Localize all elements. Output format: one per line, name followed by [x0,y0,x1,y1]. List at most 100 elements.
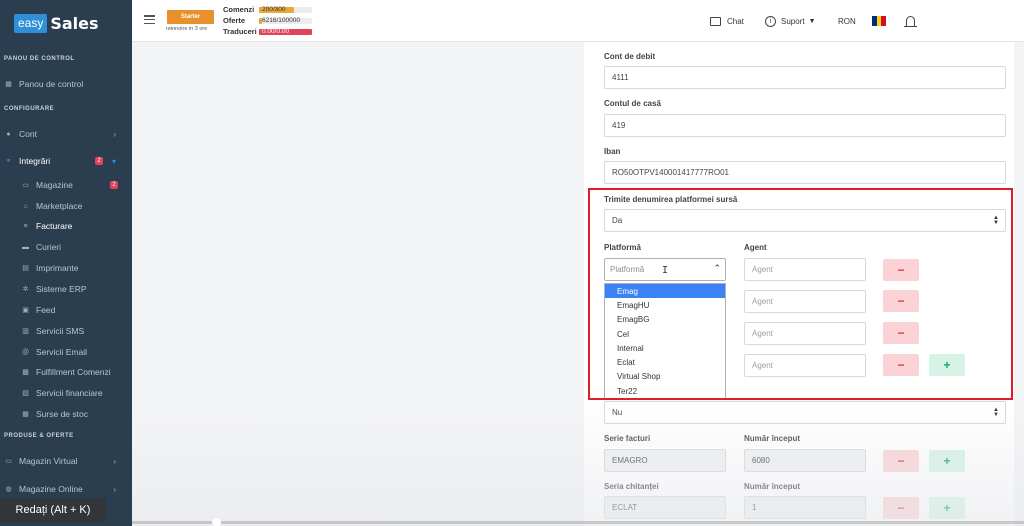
sidebar-item-label: Magazine [36,180,73,190]
sidebar-item-magazin-virtual[interactable]: ▭ Magazin Virtual › [0,451,132,471]
logo-text: Sales [50,13,99,33]
integrari-badge: 2 [95,157,103,165]
sidebar-item-servicii-sms[interactable]: ▥ Servicii SMS [0,321,132,341]
section-configurare: CONFIGURARE [4,106,55,112]
quota-label: Oferte [223,16,246,25]
caret-down-icon: ▼ [808,17,816,25]
menu-icon[interactable] [144,15,155,24]
sidebar-item-servicii-financiare[interactable]: ▧ Servicii financiare [0,383,132,403]
quota-bar: 0.00/0.00 [259,27,312,35]
notifications-button[interactable] [904,13,917,29]
sidebar-item-label: Feed [36,305,56,315]
serie-facturi-input[interactable]: EMAGRO [604,449,726,472]
sidebar-item-feed[interactable]: ▣ Feed [0,300,132,320]
sidebar-item-label: Servicii Email [36,347,88,357]
cont-debit-input[interactable]: 4111 [604,66,1006,89]
quota-text: 0.00/0.00 [262,27,290,35]
sidebar-item-facturare[interactable]: ≡ Facturare [0,216,132,236]
renew-text: reinnoire in 3 ore [166,26,208,32]
box-icon: ▩ [22,369,29,376]
video-progress-knob[interactable] [212,518,221,526]
sidebar-item-imprimante[interactable]: ▤ Imprimante [0,258,132,278]
quota-comenzi: Comenzi 200/300 [223,5,312,14]
sidebar-item-label: Cont [19,129,37,139]
select-arrows-icon: ▲ ▼ [993,407,999,418]
chat-button[interactable]: Chat [710,13,744,29]
plan-button[interactable]: Starter [167,10,214,24]
chevron-right-icon: › [113,129,116,139]
language-flag[interactable] [872,13,887,29]
info-icon: i [765,15,776,27]
dashboard-icon: ▦ [5,81,12,88]
section-panou: PANOU DE CONTROL [4,56,75,62]
quota-label: Traduceri [223,27,257,36]
sidebar-item-sisteme-erp[interactable]: ✲ Sisteme ERP [0,279,132,299]
sidebar-item-magazine-online[interactable]: ◍ Magazine Online › [0,479,132,499]
remove-row-button[interactable]: − [883,450,919,472]
serie-chitantei-label: Seria chitanței [604,482,659,491]
iban-label: Iban [604,147,621,156]
sidebar-item-curieri[interactable]: ▬ Curieri [0,237,132,257]
sidebar-item-fulfillment[interactable]: ▩ Fulfillment Comenzi [0,362,132,382]
add-row-button[interactable]: + [929,497,965,519]
sidebar-item-servicii-email[interactable]: @ Servicii Email [0,342,132,362]
sidebar-item-label: Integrări [19,156,51,166]
gear-icon: ✲ [22,286,29,293]
numar-inceput-label-2: Număr început [744,482,801,491]
sidebar-item-label: Curieri [36,242,62,252]
link-icon: ⚭ [5,158,12,165]
chat-icon [710,16,721,26]
user-icon: ● [6,130,11,138]
suport-dropdown[interactable]: i Suport ▼ [765,13,816,29]
stock-icon: ▦ [22,411,29,418]
sidebar-item-label: Facturare [36,221,73,231]
chat-label: Chat [727,16,744,26]
cont-casa-input[interactable]: 419 [604,114,1006,137]
add-row-button[interactable]: + [929,450,965,472]
car-icon: ▬ [22,243,29,251]
sidebar-item-label: Surse de stoc [36,409,88,419]
sidebar-item-panou-control[interactable]: ▦ Panou de control [0,74,132,94]
numar-inceput-input[interactable]: 6080 [744,449,866,472]
chevron-right-icon: › [113,484,116,494]
quota-text: 200/300 [262,5,286,13]
currency-label: RON [838,16,856,26]
window-icon: ▭ [22,182,29,189]
sidebar-item-magazine[interactable]: ▭ Magazine 2 [0,175,132,195]
remove-row-button[interactable]: − [883,497,919,519]
bell-icon [904,16,917,27]
quota-bar: 6216/100000 [259,16,312,24]
globe-icon: ◍ [5,486,12,493]
sidebar-item-label: Panou de control [19,79,84,89]
topbar: Starter reinnoire in 3 ore Comenzi 200/3… [132,0,1024,42]
bank-icon: ⌂ [23,202,28,210]
printer-icon: ▤ [22,265,29,272]
sidebar-item-marketplace[interactable]: ⌂ Marketplace [0,196,132,216]
sidebar-item-label: Fulfillment Comenzi [36,367,111,377]
quota-text: 6216/100000 [262,16,300,24]
nu-value: Nu [612,408,623,417]
iban-input[interactable]: RO50OTPV140001417777RO01 [604,161,1006,184]
serie-facturi-label: Serie facturi [604,434,651,443]
brand-logo[interactable]: easy Sales [14,12,99,34]
romania-flag-icon [872,16,887,26]
section-produse: PRODUSE & OFERTE [4,433,74,439]
sms-icon: ▥ [22,328,29,335]
sidebar-item-label: Imprimante [36,263,79,273]
sidebar-item-label: Magazine Online [19,484,83,494]
quota-traduceri: Traduceri 0.00/0.00 [223,27,312,36]
sidebar-item-surse-stoc[interactable]: ▦ Surse de stoc [0,404,132,424]
numar-inceput-input-2[interactable]: 1 [744,496,866,519]
serie-chitantei-input[interactable]: ECLAT [604,496,726,519]
quota-bar: 200/300 [259,5,312,13]
at-icon: @ [21,348,30,356]
nu-select[interactable]: Nu ▲ ▼ [604,401,1006,424]
currency-button[interactable]: RON [838,13,856,29]
sidebar-item-cont[interactable]: ● Cont › [0,124,132,144]
chevron-down-icon: ▾ [111,156,116,166]
logo-box: easy [14,13,48,33]
highlight-box [588,188,1013,400]
video-progress-bar[interactable] [132,521,1024,524]
sidebar-item-label: Magazin Virtual [19,456,78,466]
sidebar-item-integrari[interactable]: ⚭ Integrări 2 ▾ [0,151,132,171]
